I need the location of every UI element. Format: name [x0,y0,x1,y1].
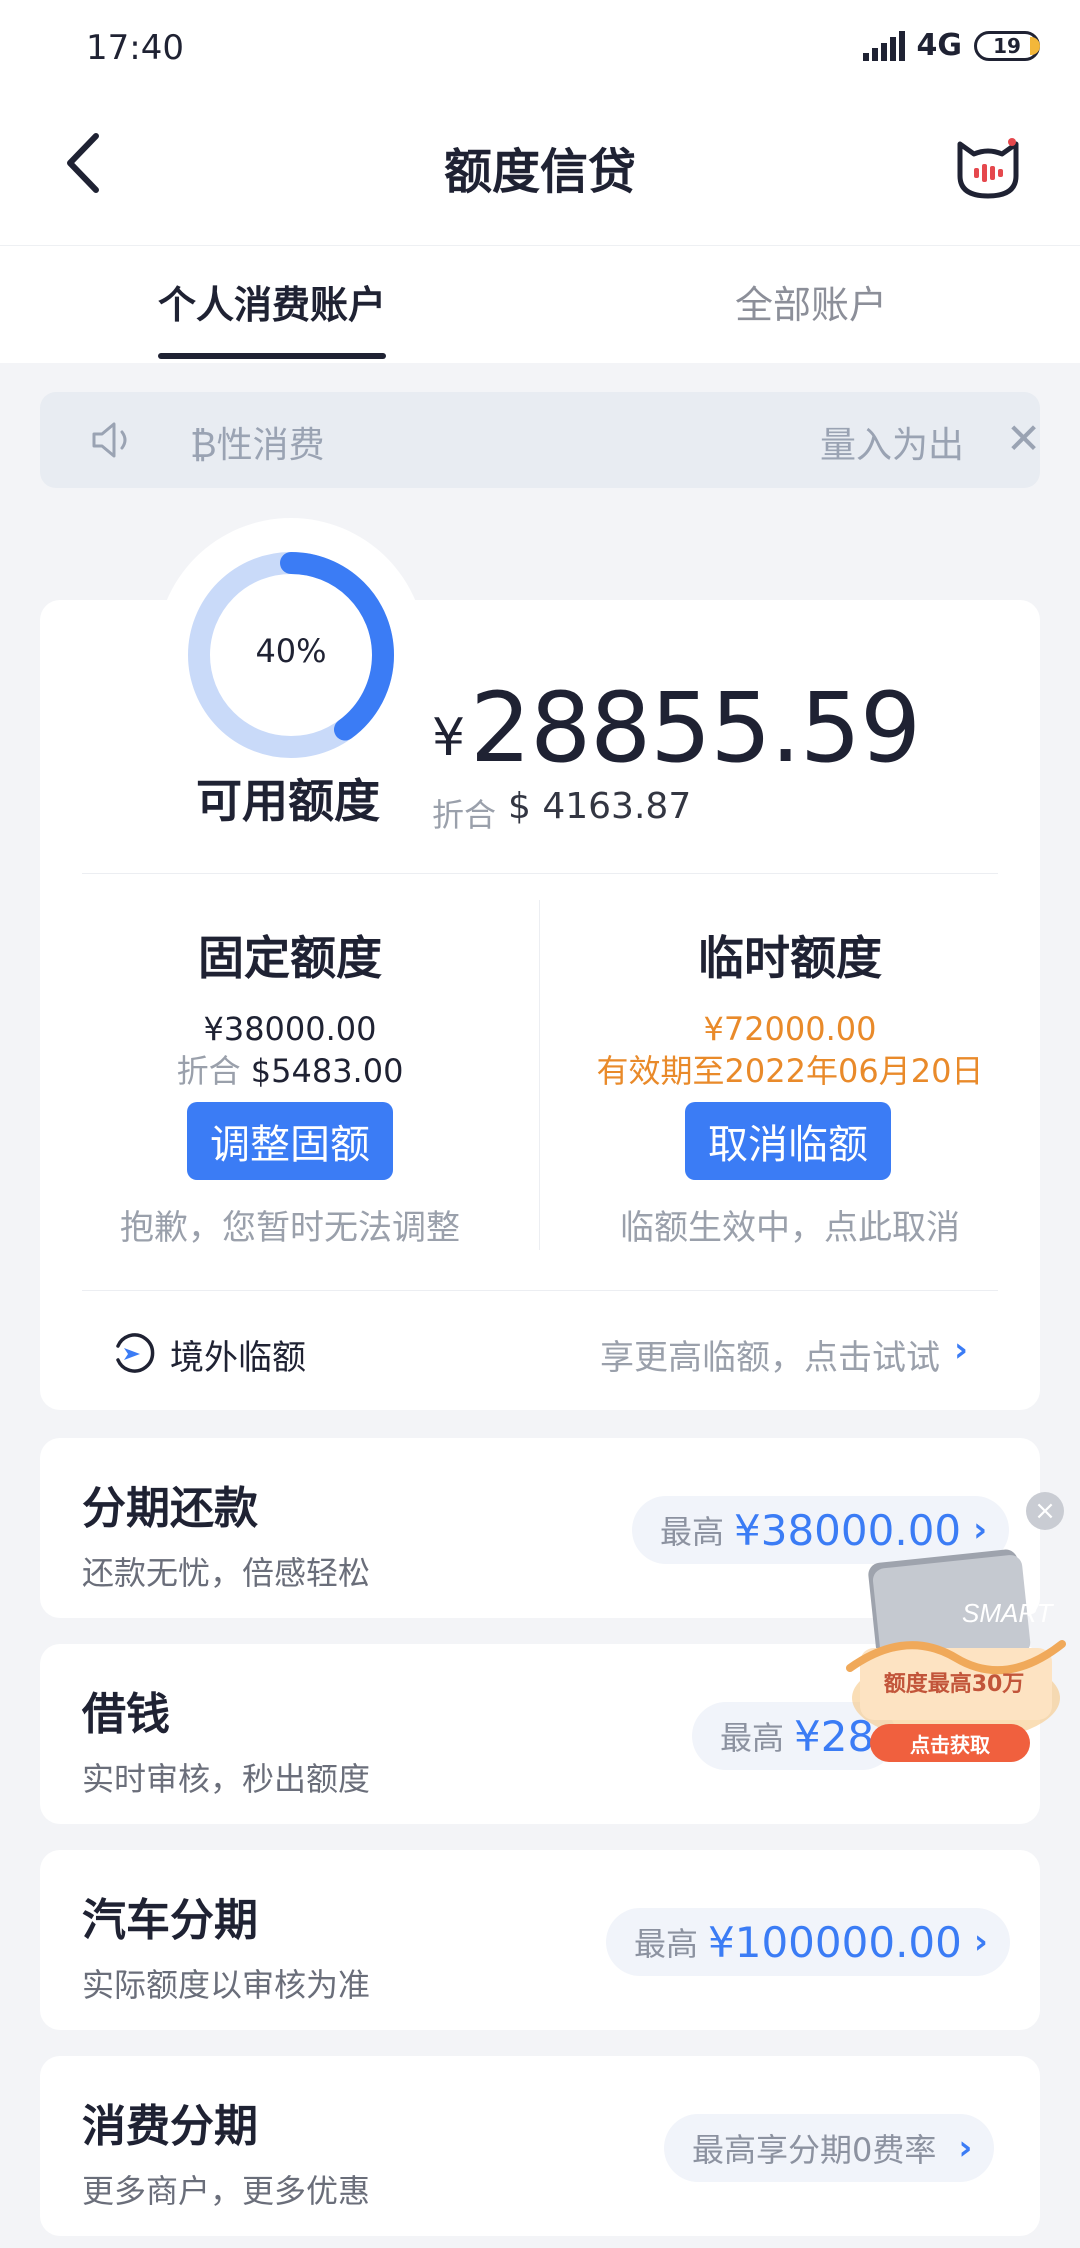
pill-amount: ¥100000.00 [708,1917,962,1967]
available-amount: 28855.59 [470,672,921,784]
overseas-limit-label[interactable]: 境外临额 [170,1330,306,1379]
pill-prefix: 最高享分期0费率 [692,2131,937,2169]
currency-symbol: ¥ [432,708,466,768]
notice-text: ₿性消费 [190,425,325,466]
close-icon: × [1034,1496,1056,1526]
signal-icon [862,30,905,61]
product-title: 分期还款 [82,1483,258,1534]
active-tab-indicator [158,353,387,359]
tab-all-accounts[interactable]: 全部账户 [735,274,887,329]
chevron-right-icon: › [958,2128,973,2168]
speaker-icon [92,422,127,458]
battery-level: 19 [993,33,1021,58]
plane-clock-icon [116,1333,155,1373]
product-title: 汽车分期 [82,1895,258,1946]
product-auto-installment[interactable]: 汽车分期 实际额度以审核为准 最高 ¥100000.00 › [40,1850,1040,2030]
network-label: 4G [916,28,963,63]
divider [82,873,998,874]
chevron-right-icon: › [973,1922,988,1962]
fixed-limit-converted: 折合 $5483.00 [60,1046,520,1092]
fixed-converted-label: 折合 [176,1052,241,1090]
column-divider [539,900,540,1250]
cat-mascot-icon [957,138,1019,199]
pill-prefix: 最高 [660,1513,725,1551]
tab-all-label: 全部账户 [735,283,888,327]
tab-personal-label: 个人消费账户 [158,283,387,327]
converted-label: 折合 [432,796,497,834]
battery-icon: 19 [974,30,1040,61]
status-time: 17:40 [86,28,184,68]
product-title: 消费分期 [82,2101,258,2152]
temp-limit-note: 临额生效中，点此取消 [620,1208,960,1248]
ad-close-button[interactable]: × [1026,1492,1064,1530]
ad-cta-button[interactable]: 点击获取 [870,1724,1030,1762]
cancel-temp-limit-button[interactable]: 取消临额 [685,1102,891,1180]
product-desc: 实时审核，秒出额度 [82,1760,371,1798]
product-desc: 更多商户，更多优惠 [82,2172,371,2210]
status-indicators: 4G 19 [862,28,1040,63]
product-limit-pill[interactable]: 最高 ¥100000.00 › [606,1908,1010,1976]
close-icon[interactable]: ✕ [1006,414,1041,463]
account-tabs: 个人消费账户 全部账户 [0,245,1080,363]
assistant-button[interactable] [952,130,1024,202]
fixed-limit-title: 固定额度 [198,931,382,985]
notice-right-text: 量入为出 [820,425,965,466]
divider [82,1290,998,1291]
pill-prefix: 最高 [720,1719,785,1757]
usage-percent: 40% [255,632,327,670]
adjust-fixed-limit-button[interactable]: 调整固额 [187,1102,393,1180]
notice-bar[interactable]: ₿性消费 量入为出 ✕ [40,392,1041,488]
overseas-limit-action[interactable]: 享更高临额，点击试试 [600,1330,940,1379]
ad-headline: 额度最高30万 [883,1672,1025,1697]
fixed-limit-note: 抱歉，您暂时无法调整 [120,1208,460,1248]
product-title: 借钱 [82,1689,170,1740]
product-desc: 实际额度以审核为准 [82,1966,371,2004]
temp-limit-title: 临时额度 [698,931,882,985]
chevron-right-icon[interactable]: › [954,1330,968,1370]
converted-amount: $ 4163.87 [508,786,692,827]
chevron-right-icon: › [973,1510,988,1550]
fixed-limit-amount: ¥38000.00 [203,1010,377,1048]
card-label: SMART [962,1598,1055,1628]
available-credit-label: 可用额度 [196,774,380,828]
product-consumer-installment[interactable]: 消费分期 更多商户，更多优惠 最高享分期0费率 › [40,2056,1040,2236]
product-limit-pill[interactable]: 最高享分期0费率 › [664,2114,995,2182]
pill-prefix: 最高 [634,1925,699,1963]
tab-personal-consumption[interactable]: 个人消费账户 [158,274,387,359]
temp-limit-amount: ¥72000.00 [703,1010,877,1048]
page-title: 额度信贷 [443,144,636,200]
fixed-converted-amount: $5483.00 [250,1052,404,1090]
product-desc: 还款无忧，倍感轻松 [82,1554,371,1592]
temp-limit-validity: 有效期至2022年06月20日 [596,1052,984,1090]
